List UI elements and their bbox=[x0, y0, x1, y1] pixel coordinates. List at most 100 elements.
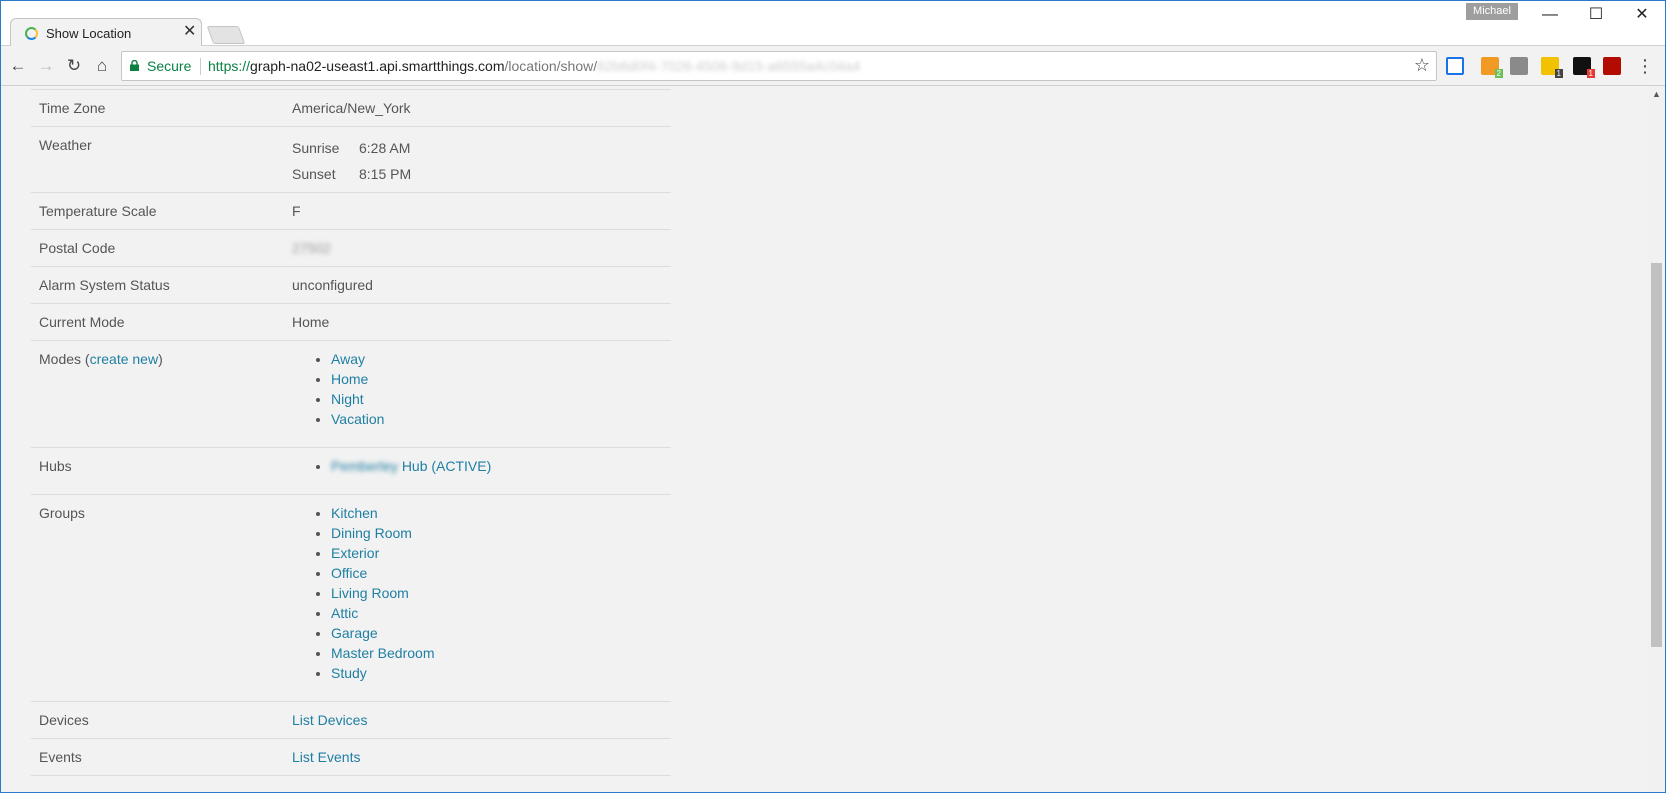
group-link[interactable]: Living Room bbox=[331, 585, 409, 601]
events-label: Events bbox=[31, 738, 284, 776]
time-zone-value: America/New_York bbox=[284, 89, 671, 127]
group-link[interactable]: Kitchen bbox=[331, 505, 378, 521]
minimize-icon[interactable]: — bbox=[1527, 4, 1573, 26]
hubs-label: Hubs bbox=[31, 447, 284, 495]
group-link[interactable]: Garage bbox=[331, 625, 378, 641]
tab-close-icon[interactable]: ✕ bbox=[183, 23, 196, 41]
list-item: Away bbox=[331, 351, 665, 368]
close-window-icon[interactable]: ✕ bbox=[1619, 4, 1665, 26]
bookmark-star-icon[interactable]: ☆ bbox=[1414, 55, 1430, 76]
location-properties-table: Time Zone America/New_York Weather Sunri… bbox=[31, 89, 671, 776]
address-bar[interactable]: Secure https://graph-na02-useast1.api.sm… bbox=[121, 51, 1437, 81]
group-link[interactable]: Exterior bbox=[331, 545, 379, 561]
list-item: Study bbox=[331, 665, 665, 682]
table-row: Groups Kitchen Dining Room Exterior Offi… bbox=[31, 494, 671, 702]
screen-capture-extension-icon[interactable] bbox=[1446, 57, 1464, 75]
list-events-link[interactable]: List Events bbox=[292, 749, 360, 765]
temperature-scale-label: Temperature Scale bbox=[31, 192, 284, 230]
current-mode-value: Home bbox=[284, 303, 671, 341]
table-row: Postal Code 27502 bbox=[31, 229, 671, 267]
list-item: Home bbox=[331, 371, 665, 388]
browser-menu-icon[interactable]: ⋮ bbox=[1636, 55, 1654, 77]
extension-yellow-icon[interactable]: 1 bbox=[1541, 57, 1563, 78]
browser-toolbar: ← → ↻ ⌂ Secure https://graph-na02-useast… bbox=[0, 46, 1666, 86]
lock-icon bbox=[130, 60, 139, 71]
hubs-list-cell: Pemberley Hub (ACTIVE) bbox=[284, 447, 671, 495]
list-item: Exterior bbox=[331, 545, 665, 562]
weather-value: Sunrise 6:28 AM Sunset 8:15 PM bbox=[284, 126, 671, 193]
list-item: Kitchen bbox=[331, 505, 665, 522]
temperature-scale-value: F bbox=[284, 192, 671, 230]
group-link[interactable]: Study bbox=[331, 665, 367, 681]
sunset-row: Sunset 8:15 PM bbox=[292, 166, 665, 183]
reload-icon[interactable]: ↻ bbox=[63, 55, 85, 77]
vertical-scrollbar[interactable]: ▲ bbox=[1648, 87, 1665, 792]
table-row: Events List Events bbox=[31, 738, 671, 776]
table-row: Alarm System Status unconfigured bbox=[31, 266, 671, 304]
mode-link[interactable]: Night bbox=[331, 391, 364, 407]
tab-show-location[interactable]: Show Location ✕ bbox=[10, 18, 202, 47]
sunrise-time: 6:28 AM bbox=[359, 140, 411, 156]
postal-code-value: 27502 bbox=[284, 229, 671, 267]
devices-cell: List Devices bbox=[284, 701, 671, 739]
modes-label: Modes (create new) bbox=[31, 340, 284, 448]
table-row: Modes (create new) Away Home Night Vacat… bbox=[31, 340, 671, 448]
group-link[interactable]: Dining Room bbox=[331, 525, 412, 541]
scrollbar-thumb[interactable] bbox=[1651, 263, 1662, 647]
list-devices-link[interactable]: List Devices bbox=[292, 712, 367, 728]
home-icon[interactable]: ⌂ bbox=[91, 55, 113, 77]
maximize-icon[interactable]: ☐ bbox=[1573, 4, 1619, 26]
list-item: Office bbox=[331, 565, 665, 582]
list-item: Living Room bbox=[331, 585, 665, 602]
url-divider bbox=[200, 58, 201, 75]
events-cell: List Events bbox=[284, 738, 671, 776]
table-row: Current Mode Home bbox=[31, 303, 671, 341]
group-link[interactable]: Attic bbox=[331, 605, 358, 621]
list-item: Night bbox=[331, 391, 665, 408]
sunset-time: 8:15 PM bbox=[359, 166, 412, 182]
hubs-list: Pemberley Hub (ACTIVE) bbox=[331, 458, 665, 475]
scroll-up-arrow-icon[interactable]: ▲ bbox=[1652, 89, 1661, 99]
alarm-status-value: unconfigured bbox=[284, 266, 671, 304]
url-text[interactable]: https://graph-na02-useast1.api.smartthin… bbox=[208, 58, 860, 74]
list-item: Vacation bbox=[331, 411, 665, 428]
create-new-mode-link[interactable]: create new bbox=[90, 351, 158, 367]
table-row: Time Zone America/New_York bbox=[31, 89, 671, 127]
list-item: Garage bbox=[331, 625, 665, 642]
list-item: Dining Room bbox=[331, 525, 665, 542]
mode-link[interactable]: Vacation bbox=[331, 411, 384, 427]
table-row: Weather Sunrise 6:28 AM Sunset 8:15 PM bbox=[31, 126, 671, 193]
group-link[interactable]: Office bbox=[331, 565, 367, 581]
amazon-extension-icon[interactable]: 1 bbox=[1573, 57, 1595, 78]
mode-link[interactable]: Away bbox=[331, 351, 365, 367]
devices-label: Devices bbox=[31, 701, 284, 739]
extension-orange-icon[interactable]: 2 bbox=[1481, 57, 1503, 78]
sunrise-row: Sunrise 6:28 AM bbox=[292, 140, 665, 157]
new-tab-button[interactable] bbox=[206, 26, 246, 44]
table-row: Temperature Scale F bbox=[31, 192, 671, 230]
page-viewport: Time Zone America/New_York Weather Sunri… bbox=[1, 87, 1648, 792]
weather-label: Weather bbox=[31, 126, 284, 193]
groups-label: Groups bbox=[31, 494, 284, 702]
hub-link[interactable]: Pemberley Hub (ACTIVE) bbox=[331, 458, 491, 474]
time-zone-label: Time Zone bbox=[31, 89, 284, 127]
table-row: Hubs Pemberley Hub (ACTIVE) bbox=[31, 447, 671, 495]
groups-list-cell: Kitchen Dining Room Exterior Office Livi… bbox=[284, 494, 671, 702]
title-bar: Show Location ✕ Michael — ☐ ✕ bbox=[0, 0, 1666, 47]
list-item: Attic bbox=[331, 605, 665, 622]
shield-extension-icon[interactable] bbox=[1510, 57, 1528, 75]
group-link[interactable]: Master Bedroom bbox=[331, 645, 434, 661]
current-mode-label: Current Mode bbox=[31, 303, 284, 341]
back-arrow-icon[interactable]: ← bbox=[7, 55, 29, 77]
secure-label: Secure bbox=[147, 58, 192, 74]
forward-arrow-icon[interactable]: → bbox=[35, 55, 57, 77]
tab-title: Show Location bbox=[46, 26, 132, 41]
modes-list-cell: Away Home Night Vacation bbox=[284, 340, 671, 448]
groups-list: Kitchen Dining Room Exterior Office Livi… bbox=[331, 505, 665, 682]
modes-list: Away Home Night Vacation bbox=[331, 351, 665, 428]
list-item: Master Bedroom bbox=[331, 645, 665, 662]
sunset-label: Sunset bbox=[292, 166, 336, 182]
mode-link[interactable]: Home bbox=[331, 371, 368, 387]
profile-button[interactable]: Michael bbox=[1466, 3, 1518, 20]
pdf-extension-icon[interactable] bbox=[1603, 57, 1621, 75]
